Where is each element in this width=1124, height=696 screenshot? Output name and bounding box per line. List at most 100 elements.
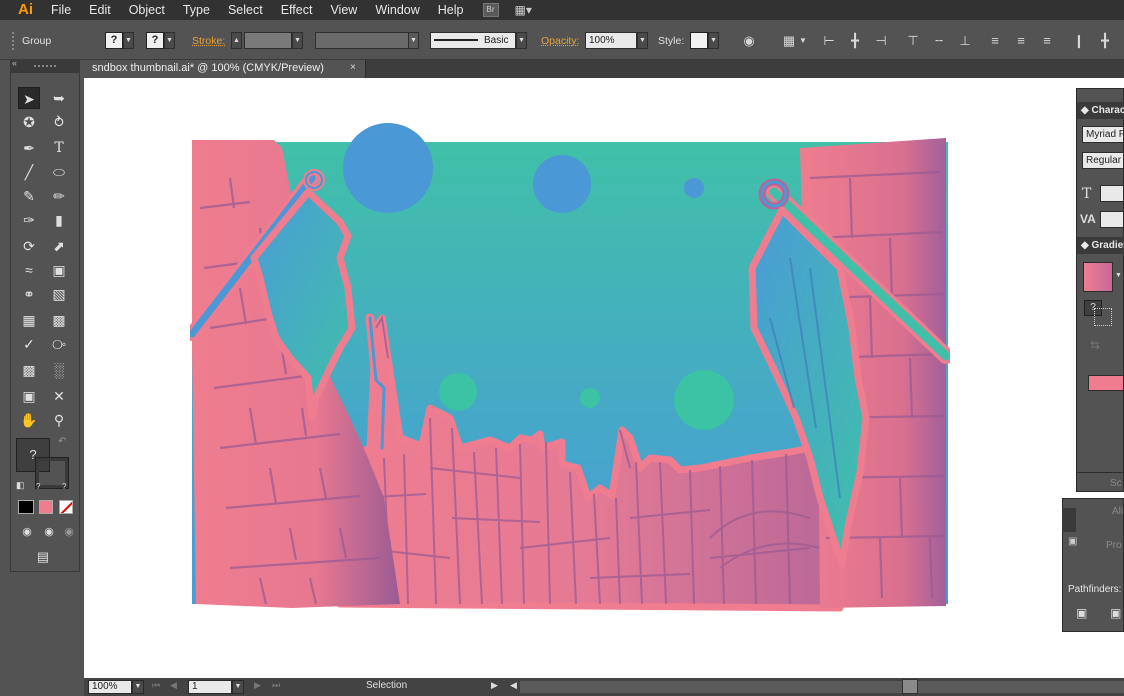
rotate-tool-icon[interactable]: ⟳ [18,235,40,257]
default-fill-stroke-icon[interactable]: ◧ [16,480,25,491]
gradient-panel-header[interactable]: ◆ Gradien [1077,237,1124,254]
variable-width-profile[interactable] [315,32,409,49]
horizontal-scrollbar-thumb[interactable] [902,679,918,694]
artboard-dropdown-icon[interactable]: ▼ [232,680,244,694]
menu-view[interactable]: View [321,0,366,20]
opacity-field[interactable]: 100% [585,32,637,49]
magic-wand-tool-icon[interactable]: ✪ [18,111,40,133]
distribute-center-icon[interactable]: ≡ [1014,34,1028,48]
gradient-reverse-icon[interactable]: ⇆ [1090,338,1100,352]
next-artboard-icon[interactable]: ▶ [254,680,261,691]
color-mode-button[interactable] [18,500,34,514]
font-family-field[interactable]: Myriad P [1082,126,1124,143]
gradient-tool-icon[interactable]: ▩ [48,309,70,331]
selection-tool-icon[interactable]: ➤ [18,87,40,109]
slice-tool-icon[interactable]: ✕ [48,385,70,407]
artboard-tool-icon[interactable]: ▣ [18,385,40,407]
toolbox-header[interactable]: « [10,58,80,72]
menu-type[interactable]: Type [174,0,219,20]
draw-normal-icon[interactable]: ◉ [16,521,38,543]
line-segment-tool-icon[interactable]: ╱ [18,161,40,183]
horizontal-align-left-icon[interactable]: ⊢ [822,34,836,48]
draw-inside-icon[interactable]: ◉ [58,521,80,543]
swap-fill-stroke-icon[interactable]: ↶ [58,436,66,447]
zoom-field[interactable]: 100% [88,680,132,694]
menu-file[interactable]: File [42,0,80,20]
shape-mode-unite-icon[interactable]: ▣ [1068,536,1077,547]
horizontal-scrollbar-track[interactable] [520,681,1124,693]
character-collapse-icon[interactable]: ◆ [1081,105,1089,116]
collapse-panel-icon[interactable]: « [12,58,17,68]
fill-swatch[interactable]: ? [105,32,123,49]
shape-builder-tool-icon[interactable]: ⚭ [18,283,40,305]
horizontal-align-center-icon[interactable]: ╋ [848,34,862,48]
menu-window[interactable]: Window [366,0,428,20]
opacity-label[interactable]: Opacity: [541,34,580,48]
gradient-preview-swatch[interactable] [1083,262,1113,292]
menu-help[interactable]: Help [429,0,473,20]
pen-tool-icon[interactable]: ✒ [18,137,40,159]
gradient-slider-bar[interactable] [1088,375,1124,391]
hand-tool-icon[interactable]: ✋ [18,409,40,431]
gradient-dropdown-icon[interactable]: ▼ [1115,272,1122,279]
scroll-left-icon[interactable]: ◀ [510,680,517,691]
menu-effect[interactable]: Effect [272,0,322,20]
stroke-dropdown-icon[interactable]: ▼ [164,32,175,49]
eraser-tool-icon[interactable]: ▮ [48,209,70,231]
menu-object[interactable]: Object [120,0,174,20]
stroke-label[interactable]: Stroke: [192,34,225,48]
menu-edit[interactable]: Edit [80,0,120,20]
last-artboard-icon[interactable]: ⏭ [272,680,280,691]
gradient-mode-button[interactable] [39,500,53,514]
distribute-hcenter-icon[interactable]: ╋ [1098,34,1112,48]
opacity-dropdown-icon[interactable]: ▼ [637,32,648,49]
control-bar-grip[interactable] [12,32,16,50]
pathfinder-divide-icon[interactable]: ▣ [1076,606,1087,620]
pathfinder-panel-tab[interactable] [1062,508,1076,532]
brush-definition-field[interactable]: Basic [430,32,516,49]
horizontal-align-right-icon[interactable]: ⊣ [874,34,888,48]
stroke-weight-dropdown-icon[interactable]: ▼ [292,32,303,49]
type-tool-icon[interactable]: T [48,137,70,159]
distribute-left-icon[interactable]: ❙ [1072,34,1086,48]
vertical-align-top-icon[interactable]: ⊤ [906,34,920,48]
zoom-dropdown-icon[interactable]: ▼ [132,680,144,694]
symbol-sprayer-tool-icon[interactable]: ▩ [18,359,40,381]
none-mode-button[interactable] [59,500,73,514]
status-menu-arrow-icon[interactable]: ▶ [491,680,498,691]
stroke-swatch[interactable]: ? [146,32,164,49]
blob-brush-tool-icon[interactable]: ✑ [18,209,40,231]
brush-dropdown-icon[interactable]: ▼ [516,32,527,49]
vertical-align-bottom-icon[interactable]: ⊥ [958,34,972,48]
character-panel-header[interactable]: ◆ Characte [1077,102,1124,119]
stroke-weight-stepper[interactable]: ▲ [231,32,242,49]
width-tool-icon[interactable]: ≈ [18,259,40,281]
paintbrush-tool-icon[interactable]: ✎ [18,185,40,207]
eyedropper-tool-icon[interactable]: ✓ [18,333,40,355]
first-artboard-icon[interactable]: ⏮ [152,680,160,691]
scale-tool-icon[interactable]: ⬈ [48,235,70,257]
mesh-tool-icon[interactable]: ▦ [18,309,40,331]
column-graph-tool-icon[interactable]: ░ [48,359,70,381]
gradient-stroke-indicator[interactable] [1094,308,1112,326]
font-style-field[interactable]: Regular [1082,152,1124,169]
document-tab[interactable]: sndbox thumbnail.ai* @ 100% (CMYK/Previe… [84,60,366,78]
stroke-weight-field[interactable] [244,32,292,49]
screen-mode-icon[interactable]: ▤ [32,546,54,568]
graphic-style-swatch[interactable] [690,32,708,49]
free-transform-tool-icon[interactable]: ▣ [48,259,70,281]
draw-behind-icon[interactable]: ◉ [38,521,60,543]
ellipse-tool-icon[interactable]: ⬭ [48,161,70,183]
zoom-tool-icon[interactable]: ⚲ [48,409,70,431]
align-to-selection-icon[interactable]: ▦ [782,34,796,48]
bridge-button[interactable]: Br [482,3,499,17]
previous-artboard-icon[interactable]: ◀ [170,680,177,691]
align-to-dropdown-icon[interactable]: ▼ [796,34,810,48]
gradient-collapse-icon[interactable]: ◆ [1081,240,1089,251]
vertical-align-center-icon[interactable]: ╌ [932,34,946,48]
menu-select[interactable]: Select [219,0,272,20]
close-icon[interactable]: × [350,62,356,73]
fill-dropdown-icon[interactable]: ▼ [123,32,134,49]
distribute-bottom-icon[interactable]: ≡ [1040,34,1054,48]
illustration-artwork[interactable] [190,118,950,613]
